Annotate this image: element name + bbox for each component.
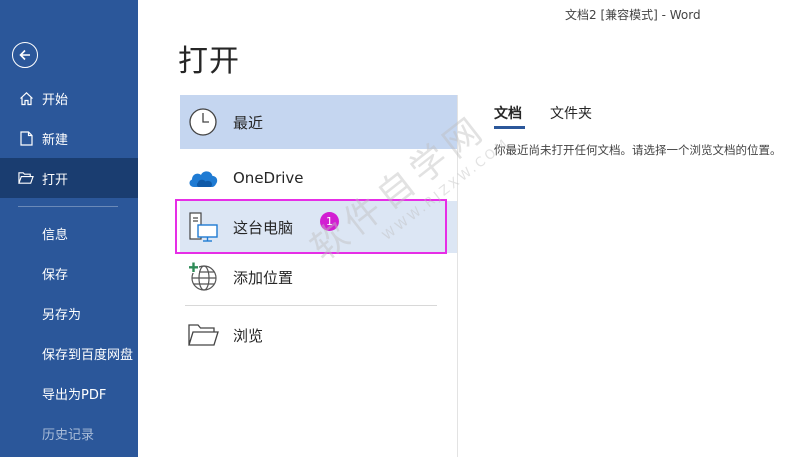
annotation-highlight-box <box>175 199 447 254</box>
backstage-sidebar: 开始 新建 打开 信息 保存 另存为 保存到百度网盘 导出为PDF 历史记录 <box>0 0 138 457</box>
nav-item-history: 历史记录 <box>0 413 138 453</box>
nav-item-label: 新建 <box>42 132 69 148</box>
home-icon <box>18 90 34 106</box>
nav-item-label: 开始 <box>42 92 69 108</box>
nav-item-label: 导出为PDF <box>42 387 107 403</box>
nav-item-export-pdf[interactable]: 导出为PDF <box>0 373 138 413</box>
tab-active-indicator <box>494 126 525 129</box>
folder-open-icon <box>18 170 34 186</box>
location-recent[interactable]: 最近 <box>180 95 457 149</box>
nav-item-label: 保存到百度网盘 <box>42 347 134 363</box>
clock-icon <box>184 105 222 139</box>
nav-item-label: 历史记录 <box>42 427 95 443</box>
back-arrow-icon[interactable] <box>12 42 38 68</box>
globe-add-icon <box>184 260 222 294</box>
nav-item-save[interactable]: 保存 <box>0 253 138 293</box>
new-document-icon <box>18 130 34 146</box>
location-add-place[interactable]: 添加位置 <box>180 251 457 303</box>
location-browse[interactable]: 浏览 <box>180 309 457 361</box>
folder-icon <box>184 318 222 352</box>
nav-item-label: 信息 <box>42 227 69 243</box>
nav-item-save-to-baidu[interactable]: 保存到百度网盘 <box>0 333 138 373</box>
pane-divider <box>457 95 458 457</box>
nav-item-new[interactable]: 新建 <box>0 118 138 158</box>
nav-item-open[interactable]: 打开 <box>0 158 138 198</box>
locations-divider <box>185 305 437 306</box>
tab-documents[interactable]: 文档 <box>494 103 522 123</box>
empty-recent-message: 你最近尚未打开任何文档。请选择一个浏览文档的位置。 <box>494 143 782 157</box>
page-title: 打开 <box>178 44 240 79</box>
location-onedrive[interactable]: OneDrive <box>180 152 457 204</box>
tab-folders[interactable]: 文件夹 <box>550 103 592 123</box>
annotation-badge: 1 <box>320 212 339 231</box>
nav-item-label: 另存为 <box>42 307 82 323</box>
location-label: 最近 <box>233 113 264 132</box>
nav-item-info[interactable]: 信息 <box>0 213 138 253</box>
location-label: OneDrive <box>233 169 304 187</box>
cloud-icon <box>184 161 222 195</box>
nav-item-save-as[interactable]: 另存为 <box>0 293 138 333</box>
nav-item-home[interactable]: 开始 <box>0 78 138 118</box>
location-label: 浏览 <box>233 326 264 345</box>
window-title: 文档2 [兼容模式] - Word <box>565 8 701 22</box>
nav-item-label: 保存 <box>42 267 69 283</box>
nav-item-label: 打开 <box>42 172 69 188</box>
sidebar-divider <box>18 206 118 207</box>
location-label: 添加位置 <box>233 268 294 287</box>
